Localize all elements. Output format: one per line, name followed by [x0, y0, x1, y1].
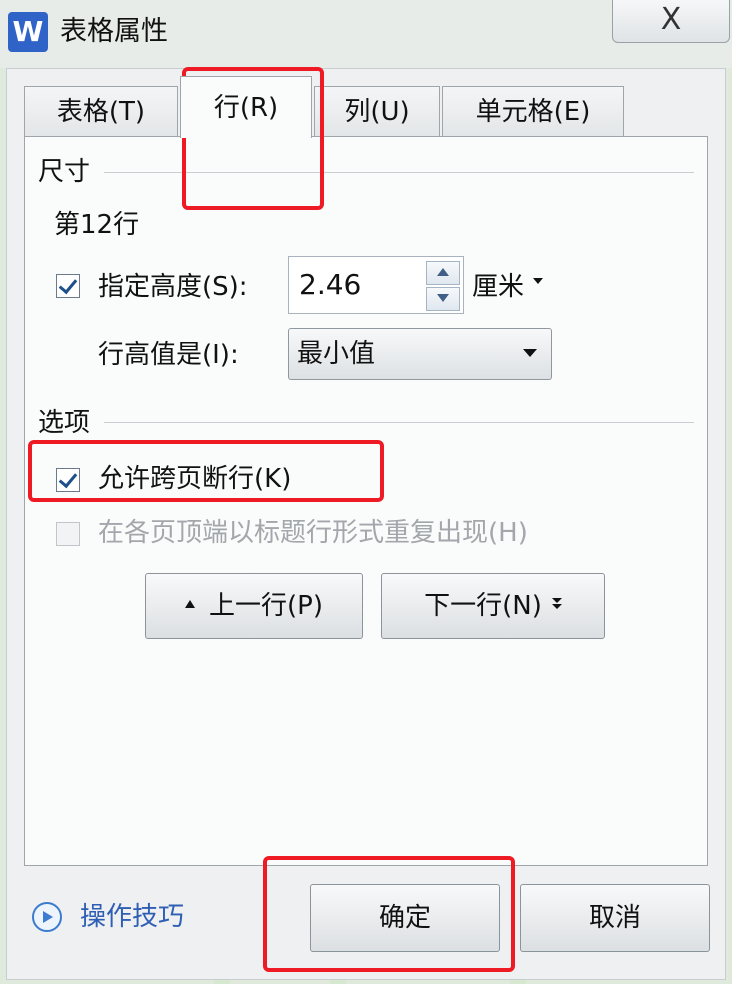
arrow-up-icon: [185, 600, 196, 608]
next-row-label: 下一行(N): [424, 591, 542, 621]
wps-app-icon: W: [8, 12, 48, 52]
previous-row-button[interactable]: 上一行(P): [145, 573, 363, 639]
tab-column[interactable]: 列(U): [314, 86, 440, 136]
row-height-rule-value: 最小值: [297, 339, 376, 369]
row-height-rule-select[interactable]: 最小值: [288, 328, 552, 380]
play-icon: [43, 911, 53, 923]
unit-dropdown-arrow-icon: [533, 278, 544, 284]
height-decrease-button[interactable]: [426, 287, 460, 311]
repeat-header-checkbox[interactable]: [56, 522, 80, 546]
size-section-heading: 尺寸: [38, 157, 91, 187]
specify-height-checkbox[interactable]: [56, 274, 80, 298]
height-input[interactable]: 2.46: [288, 256, 464, 314]
previous-row-label: 上一行(P): [209, 591, 323, 621]
row-height-is-label: 行高值是(I):: [98, 340, 239, 370]
current-row-label: 第12行: [54, 210, 140, 240]
next-row-button[interactable]: 下一行(N): [381, 573, 605, 639]
close-button[interactable]: X: [612, 0, 730, 43]
spin-up-icon: [437, 268, 449, 276]
tab-row[interactable]: 行(R): [180, 76, 312, 138]
highlight-ok-button: [263, 856, 515, 972]
spin-down-icon: [437, 294, 449, 302]
options-section-divider: [104, 422, 694, 423]
options-section-heading: 选项: [38, 408, 91, 438]
chevron-down-icon: [523, 349, 537, 357]
height-increase-button[interactable]: [426, 261, 460, 285]
specify-height-label: 指定高度(S):: [98, 272, 248, 302]
window-title: 表格属性: [60, 16, 168, 47]
tab-cell[interactable]: 单元格(E): [442, 86, 624, 136]
highlight-allow-break: [28, 440, 384, 502]
operation-tips-link[interactable]: 操作技巧: [80, 900, 184, 934]
cancel-button[interactable]: 取消: [520, 884, 710, 952]
repeat-header-label: 在各页顶端以标题行形式重复出现(H): [98, 518, 528, 548]
double-chevron-down-icon: [551, 598, 562, 609]
tab-table[interactable]: 表格(T): [24, 86, 178, 136]
height-unit-dropdown[interactable]: 厘米: [472, 270, 544, 304]
close-icon: X: [660, 2, 682, 37]
height-value: 2.46: [299, 268, 362, 301]
height-unit-label: 厘米: [472, 272, 525, 302]
tips-icon[interactable]: [32, 902, 62, 932]
